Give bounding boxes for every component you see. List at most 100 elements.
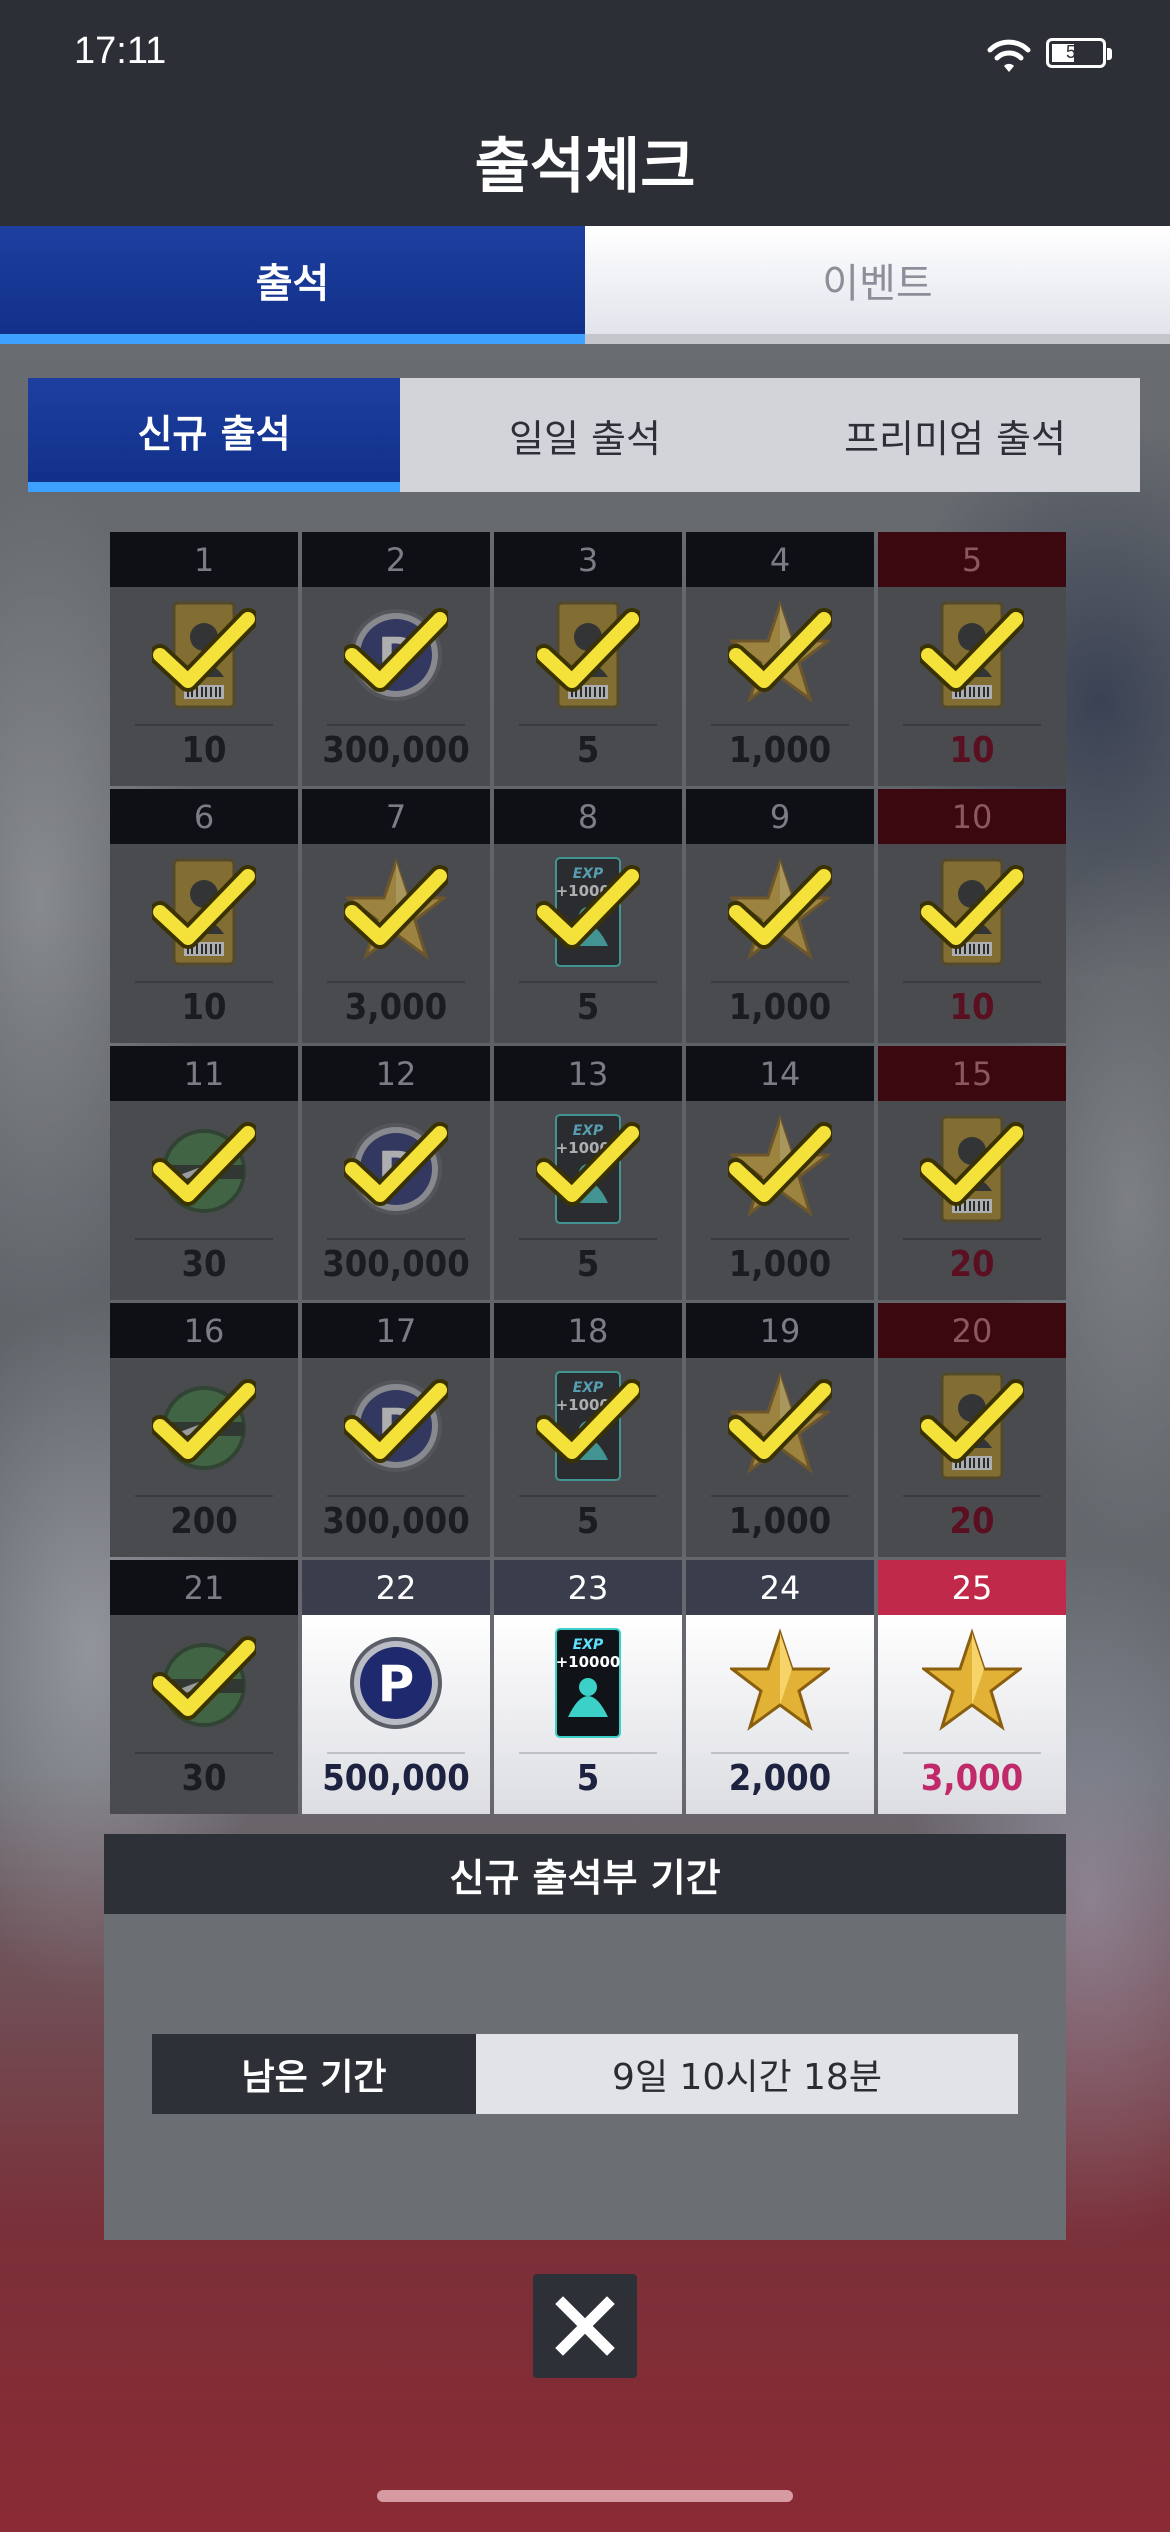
reward-area: 1,000 xyxy=(686,1101,874,1300)
day-cell[interactable]: 7 3,000 xyxy=(302,789,490,1043)
reward-area: P 500,000 xyxy=(302,1615,490,1814)
day-number: 18 xyxy=(494,1303,682,1358)
day-cell[interactable]: 25 3,000 xyxy=(878,1560,1066,1814)
battery-icon: 50 xyxy=(1046,38,1112,68)
reward-quantity: 10 xyxy=(181,987,227,1028)
day-number: 16 xyxy=(110,1303,298,1358)
reward-area: EXP +10000 5 xyxy=(494,1101,682,1300)
remaining-period-row: 남은 기간 9일 10시간 18분 xyxy=(152,2034,1018,2114)
day-cell[interactable]: 1 10 xyxy=(110,532,298,786)
divider xyxy=(711,724,849,726)
reward-area: 30 xyxy=(110,1101,298,1300)
day-cell[interactable]: 8 EXP +10000 5 xyxy=(494,789,682,1043)
reward-area: 30 xyxy=(110,1615,298,1814)
reward-area: P 300,000 xyxy=(302,587,490,786)
reward-area: 5 xyxy=(494,587,682,786)
checkmark-icon xyxy=(920,608,1024,692)
remaining-period-value: 9일 10시간 18분 xyxy=(476,2034,1018,2114)
main-tabs: 출석 이벤트 xyxy=(0,226,1170,344)
checkmark-icon xyxy=(728,1379,832,1463)
day-number: 6 xyxy=(110,789,298,844)
day-cell[interactable]: 18 EXP +10000 5 xyxy=(494,1303,682,1557)
divider xyxy=(135,724,273,726)
reward-quantity: 20 xyxy=(949,1244,995,1285)
tab-event[interactable]: 이벤트 xyxy=(585,226,1170,344)
subtab-daily-attendance[interactable]: 일일 출석 xyxy=(400,378,770,492)
reward-quantity: 5 xyxy=(576,1758,600,1799)
day-cell[interactable]: 4 1,000 xyxy=(686,532,874,786)
checkmark-icon xyxy=(344,1122,448,1206)
reward-area: EXP +10000 5 xyxy=(494,1358,682,1557)
day-cell[interactable]: 14 1,000 xyxy=(686,1046,874,1300)
day-number: 22 xyxy=(302,1560,490,1615)
remaining-period-label: 남은 기간 xyxy=(152,2034,476,2114)
checkmark-icon xyxy=(344,1379,448,1463)
reward-quantity: 300,000 xyxy=(322,730,470,771)
battery-level: 50 xyxy=(1065,42,1087,62)
day-cell[interactable]: 16 200 xyxy=(110,1303,298,1557)
reward-area: 200 xyxy=(110,1358,298,1557)
divider xyxy=(903,1752,1041,1754)
day-number: 4 xyxy=(686,532,874,587)
day-cell[interactable]: 13 EXP +10000 5 xyxy=(494,1046,682,1300)
day-cell[interactable]: 9 1,000 xyxy=(686,789,874,1043)
divider xyxy=(135,1752,273,1754)
status-bar: 17:11 50 xyxy=(0,0,1170,110)
home-indicator[interactable] xyxy=(377,2490,793,2502)
divider xyxy=(135,1238,273,1240)
checkmark-icon xyxy=(344,865,448,949)
day-cell[interactable]: 21 30 xyxy=(110,1560,298,1814)
p-coin-icon: P xyxy=(350,1637,442,1729)
day-cell[interactable]: 23 EXP +10000 5 xyxy=(494,1560,682,1814)
day-cell[interactable]: 15 20 xyxy=(878,1046,1066,1300)
reward-quantity: 5 xyxy=(576,1501,600,1542)
day-cell[interactable]: 22 P 500,000 xyxy=(302,1560,490,1814)
day-cell[interactable]: 11 30 xyxy=(110,1046,298,1300)
exp-label: EXP xyxy=(573,1637,604,1653)
reward-area: 10 xyxy=(878,844,1066,1043)
day-number: 14 xyxy=(686,1046,874,1101)
reward-area: 10 xyxy=(110,844,298,1043)
day-number: 17 xyxy=(302,1303,490,1358)
day-number: 8 xyxy=(494,789,682,844)
subtab-new-attendance[interactable]: 신규 출석 xyxy=(28,378,400,492)
divider xyxy=(327,724,465,726)
reward-quantity: 10 xyxy=(949,987,995,1028)
day-number: 1 xyxy=(110,532,298,587)
divider xyxy=(135,981,273,983)
day-number: 19 xyxy=(686,1303,874,1358)
checkmark-icon xyxy=(152,1636,256,1720)
day-cell[interactable]: 5 10 xyxy=(878,532,1066,786)
day-cell[interactable]: 19 1,000 xyxy=(686,1303,874,1557)
close-button[interactable] xyxy=(533,2274,637,2378)
checkmark-icon xyxy=(920,1122,1024,1206)
day-cell[interactable]: 20 20 xyxy=(878,1303,1066,1557)
reward-area: 3,000 xyxy=(878,1615,1066,1814)
subtab-premium-attendance[interactable]: 프리미엄 출석 xyxy=(770,378,1140,492)
page-title: 출석체크 xyxy=(474,132,696,202)
day-cell[interactable]: 24 2,000 xyxy=(686,1560,874,1814)
title-bar: 출석체크 xyxy=(0,110,1170,226)
reward-quantity: 1,000 xyxy=(728,730,832,771)
exp-card-icon: EXP+10000 xyxy=(555,1628,621,1738)
checkmark-icon xyxy=(728,608,832,692)
checkmark-icon xyxy=(728,865,832,949)
day-cell[interactable]: 12 P 300,000 xyxy=(302,1046,490,1300)
checkmark-icon xyxy=(152,865,256,949)
divider xyxy=(903,1495,1041,1497)
reward-quantity: 5 xyxy=(576,730,600,771)
reward-area: 10 xyxy=(110,587,298,786)
day-cell[interactable]: 17 P 300,000 xyxy=(302,1303,490,1557)
reward-quantity: 500,000 xyxy=(322,1758,470,1799)
reward-area: 10 xyxy=(878,587,1066,786)
checkmark-icon xyxy=(536,1122,640,1206)
reward-quantity: 2,000 xyxy=(728,1758,832,1799)
day-number: 10 xyxy=(878,789,1066,844)
tab-attendance[interactable]: 출석 xyxy=(0,226,585,344)
day-cell[interactable]: 2 P 300,000 xyxy=(302,532,490,786)
checkmark-icon xyxy=(344,608,448,692)
day-cell[interactable]: 6 10 xyxy=(110,789,298,1043)
day-cell[interactable]: 10 10 xyxy=(878,789,1066,1043)
reward-quantity: 300,000 xyxy=(322,1244,470,1285)
day-cell[interactable]: 35 xyxy=(494,532,682,786)
